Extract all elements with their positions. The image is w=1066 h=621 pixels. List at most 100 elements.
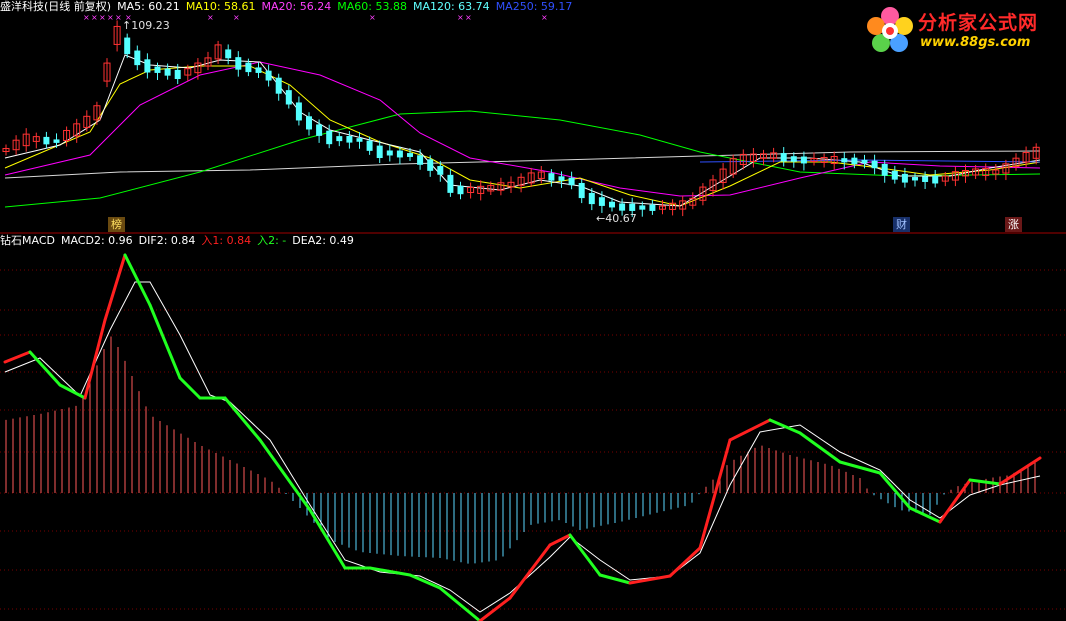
ma250-value: MA250: 59.17 [495, 0, 573, 13]
dif2-value: DIF2: 0.84 [138, 234, 196, 247]
dif-line [768, 418, 802, 435]
ma20-value: MA20: 56.24 [261, 0, 332, 13]
macd2-value: MACD2: 0.96 [60, 234, 133, 247]
macd-title: 钻石MACD [0, 234, 55, 247]
candle-down [619, 203, 626, 211]
macd-legend: 钻石MACD MACD2: 0.96 DIF2: 0.84 入1: 0.84 入2: -… [0, 234, 360, 248]
candle-down [912, 177, 918, 181]
logo-url: www.88gs.com [920, 35, 1031, 50]
signal-mark: × [91, 13, 98, 22]
signal-mark: × [541, 13, 548, 22]
candle-down [43, 136, 50, 145]
candle-down [275, 77, 282, 94]
dif-line [223, 396, 262, 442]
candle-down [932, 176, 939, 184]
candle-down [629, 203, 636, 211]
candle-down [568, 177, 575, 186]
logo-name: 分析家公式网 [918, 12, 1039, 34]
candle-down [124, 37, 131, 55]
dif-line [148, 303, 182, 380]
candle-down [447, 174, 454, 193]
dif-line [83, 318, 107, 400]
candle-down [871, 160, 878, 169]
candle-down [881, 163, 888, 176]
marker-bang[interactable]: 榜 [108, 217, 125, 232]
signal-mark: × [465, 13, 472, 22]
candle-down [174, 69, 181, 80]
candle-down [922, 176, 929, 182]
marker-cai[interactable]: 财 [893, 217, 910, 232]
flower-icon [867, 7, 913, 52]
ma60-value: MA60: 53.88 [337, 0, 407, 13]
candle-down [437, 166, 444, 175]
ma5-value: MA5: 60.21 [117, 0, 180, 13]
candle-down [407, 153, 413, 157]
dif-line [508, 543, 552, 600]
dif-line [438, 586, 482, 621]
price-legend: 盛洋科技(日线 前复权) MA5: 60.21 MA10: 58.61 MA20: 5… [0, 0, 578, 14]
candle-down [326, 130, 333, 145]
stock-title: 盛洋科技(日线 前复权) [0, 0, 112, 13]
signal-mark: × [83, 13, 90, 22]
dif-line [178, 376, 202, 400]
candle-down [841, 158, 848, 163]
candle-down [235, 57, 242, 70]
signal-mark: × [125, 13, 132, 22]
candle-down [306, 116, 312, 130]
candle-down [154, 66, 161, 73]
candle-down [639, 205, 646, 210]
marker-zhang[interactable]: 涨 [1005, 217, 1022, 232]
ma5-line [4, 54, 1041, 207]
signal-mark: × [457, 13, 464, 22]
candle-down [164, 68, 171, 76]
dif-line [258, 438, 312, 512]
dif-line [28, 350, 62, 387]
signal-mark: × [99, 13, 106, 22]
candle-down [356, 138, 363, 142]
candle-down [366, 140, 373, 151]
candle-down [53, 139, 60, 143]
candle-down [851, 157, 858, 165]
candle-down [790, 156, 797, 162]
ma10-value: MA10: 58.61 [185, 0, 256, 13]
signal-mark: × [107, 13, 114, 22]
candle-down [417, 155, 424, 165]
candle-down [386, 150, 393, 156]
signal-mark: × [369, 13, 376, 22]
dif-line [728, 418, 772, 442]
candle-down [396, 150, 403, 158]
ma120-value: MA120: 63.74 [412, 0, 490, 13]
dif-line [103, 253, 127, 322]
in2-value: 入2: - [257, 234, 287, 247]
site-logo[interactable]: 分析家公式网 www.88gs.com [864, 4, 1060, 56]
dif-line [968, 478, 1002, 486]
candle-down [295, 102, 302, 121]
candle-down [558, 176, 565, 181]
candle-down [376, 145, 383, 159]
candle-down [861, 159, 868, 164]
dif-line [123, 253, 152, 307]
candle-down [316, 124, 323, 136]
candle-down [609, 201, 615, 208]
candle-down [427, 159, 434, 171]
signal-mark: × [207, 13, 214, 22]
candle-down [588, 192, 595, 205]
candle-down [548, 173, 555, 181]
candle-down [457, 185, 464, 195]
candle-down [649, 204, 656, 211]
candle-down [891, 170, 898, 180]
dif-line [368, 566, 412, 577]
candle-down [134, 50, 141, 66]
candle-down [144, 59, 151, 73]
candle-down [285, 90, 292, 105]
in1-value: 入1: 0.84 [201, 234, 252, 247]
candle-down [578, 182, 585, 199]
candle-down [336, 136, 343, 142]
dif-line [598, 573, 632, 585]
dif-line [58, 383, 87, 400]
candle-down [225, 49, 232, 59]
signal-mark: × [233, 13, 240, 22]
dif-line [408, 573, 442, 590]
candle-down [901, 173, 908, 183]
candle-down [598, 197, 605, 206]
